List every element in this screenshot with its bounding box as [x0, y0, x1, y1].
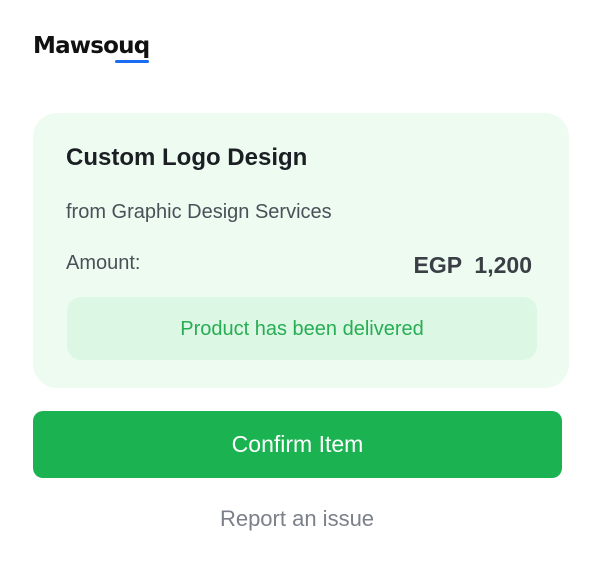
brand-logo: Mawsouq: [33, 31, 150, 67]
report-issue-link[interactable]: Report an issue: [0, 505, 594, 533]
delivery-status-banner: Product has been delivered: [67, 297, 537, 360]
delivery-status-text: Product has been delivered: [180, 317, 424, 340]
seller-line: from Graphic Design Services: [66, 201, 332, 223]
product-title: Custom Logo Design: [66, 144, 308, 171]
confirm-item-button[interactable]: Confirm Item: [33, 411, 562, 478]
amount-label: Amount:: [66, 252, 141, 274]
brand-logo-underline: [115, 60, 149, 63]
amount-value: EGP 1,200: [413, 252, 533, 278]
order-summary-card: Custom Logo Design from Graphic Design S…: [33, 113, 569, 388]
confirm-item-label: Confirm Item: [231, 431, 364, 457]
brand-name: Mawsouq: [33, 33, 150, 59]
